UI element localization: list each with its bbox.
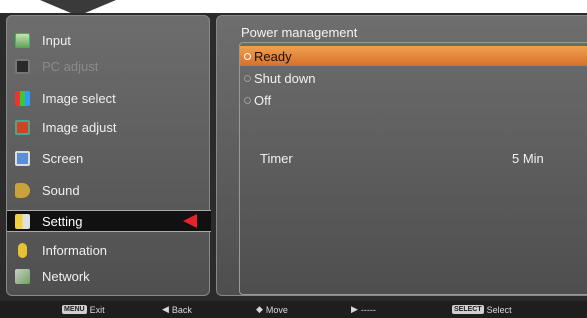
hint-exit-label: Exit	[89, 304, 105, 315]
sound-icon	[15, 183, 30, 198]
menu-item-information[interactable]: Information	[7, 238, 211, 263]
menu-item-label: Network	[42, 269, 90, 284]
back-arrow-icon: ◀	[162, 304, 169, 314]
image-adjust-icon	[15, 120, 30, 135]
hint-move-label: Move	[265, 304, 288, 315]
selection-pointer-icon	[183, 214, 197, 228]
option-off[interactable]: Off	[240, 90, 587, 110]
osd-screen: Input PC adjust Image select Image adjus…	[0, 13, 587, 318]
option-label: Off	[254, 92, 272, 108]
footer-hints: MENU Exit ◀ Back ◆ Move ▶ ----- SELECT S…	[0, 301, 587, 318]
menu-item-input[interactable]: Input	[7, 28, 211, 53]
menu-item-label: Information	[42, 243, 108, 258]
menu-item-label: Input	[42, 33, 71, 48]
menu-item-label: Setting	[42, 213, 83, 229]
options-box: Ready Shut down Off Timer 5 Min	[239, 42, 587, 295]
option-ready[interactable]: Ready	[240, 46, 587, 66]
move-arrows-icon: ◆	[256, 304, 263, 314]
pc-adjust-icon	[15, 59, 30, 74]
radio-icon	[244, 74, 251, 82]
timer-label: Timer	[260, 151, 293, 166]
screen-icon	[15, 151, 30, 166]
hint-select-label: Select	[486, 304, 512, 315]
menu-item-label: Image adjust	[42, 120, 117, 135]
option-label: Ready	[254, 48, 292, 64]
menu-item-network[interactable]: Network	[7, 264, 211, 289]
select-key-icon: SELECT	[452, 305, 484, 314]
hint-move: ◆ Move	[256, 301, 288, 318]
menu-item-sound[interactable]: Sound	[7, 178, 211, 203]
hint-select: SELECT Select	[452, 301, 512, 318]
information-icon	[18, 243, 27, 258]
hint-next: ▶ -----	[351, 301, 376, 318]
image-select-icon	[15, 91, 30, 106]
hint-next-label: -----	[360, 304, 376, 315]
timer-value[interactable]: 5 Min	[512, 151, 544, 166]
radio-icon	[244, 96, 251, 104]
menu-item-label: PC adjust	[42, 59, 99, 74]
power-management-panel: Power management Ready Shut down Off Tim…	[216, 15, 587, 296]
hint-back: ◀ Back	[162, 301, 192, 318]
menu-item-image-select[interactable]: Image select	[7, 86, 211, 111]
next-arrow-icon: ▶	[351, 304, 358, 314]
menu-key-icon: MENU	[62, 305, 87, 314]
input-icon	[15, 33, 30, 48]
main-menu: Input PC adjust Image select Image adjus…	[6, 15, 211, 296]
hint-back-label: Back	[171, 304, 192, 315]
menu-item-image-adjust[interactable]: Image adjust	[7, 115, 211, 140]
menu-item-label: Image select	[42, 91, 116, 106]
menu-item-label: Sound	[42, 183, 80, 198]
menu-item-pc-adjust: PC adjust	[7, 54, 211, 79]
menu-item-setting[interactable]: Setting	[7, 210, 211, 232]
network-icon	[15, 269, 30, 284]
hint-exit: MENU Exit	[62, 301, 105, 318]
setting-icon	[15, 213, 30, 229]
radio-selected-icon	[244, 52, 251, 60]
menu-item-screen[interactable]: Screen	[7, 146, 211, 171]
option-label: Shut down	[254, 70, 316, 86]
panel-title: Power management	[241, 25, 358, 40]
option-shut-down[interactable]: Shut down	[240, 68, 587, 88]
menu-item-label: Screen	[42, 151, 84, 166]
